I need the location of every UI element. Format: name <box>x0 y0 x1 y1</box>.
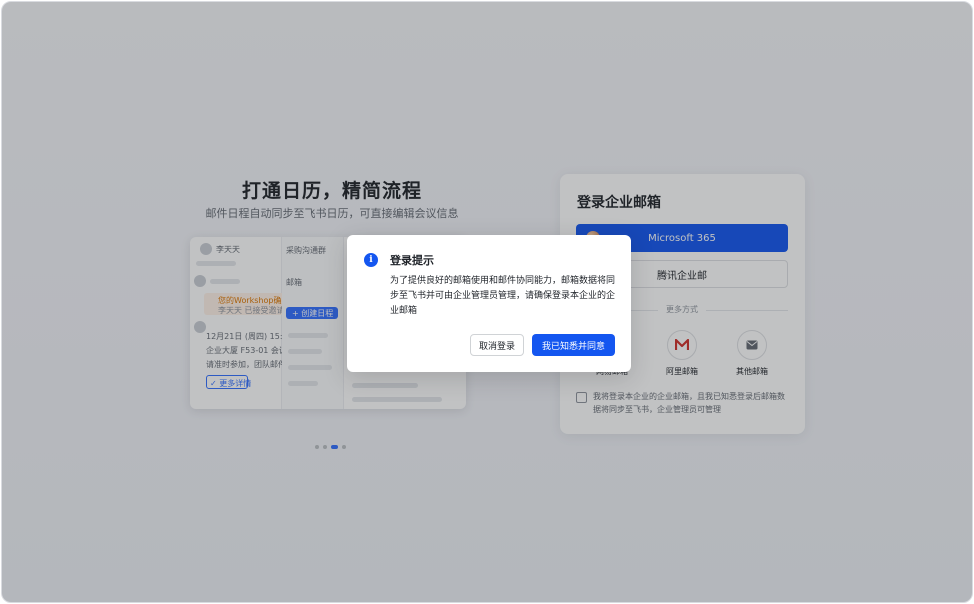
dialog-title: 登录提示 <box>390 254 434 267</box>
cancel-login-button[interactable]: 取消登录 <box>470 334 524 356</box>
agree-button[interactable]: 我已知悉并同意 <box>532 334 615 356</box>
login-notice-dialog: i 登录提示 为了提供良好的邮箱使用和邮件协同能力，邮箱数据将同步至飞书并可由企… <box>347 235 631 372</box>
info-icon: i <box>364 253 378 267</box>
app-window: 打通日历，精简流程 邮件日程自动同步至飞书日历，可直接编辑会议信息 李天天 您的… <box>1 1 973 603</box>
dialog-body: 为了提供良好的邮箱使用和邮件协同能力，邮箱数据将同步至飞书并可由企业管理员管理，… <box>390 276 616 316</box>
